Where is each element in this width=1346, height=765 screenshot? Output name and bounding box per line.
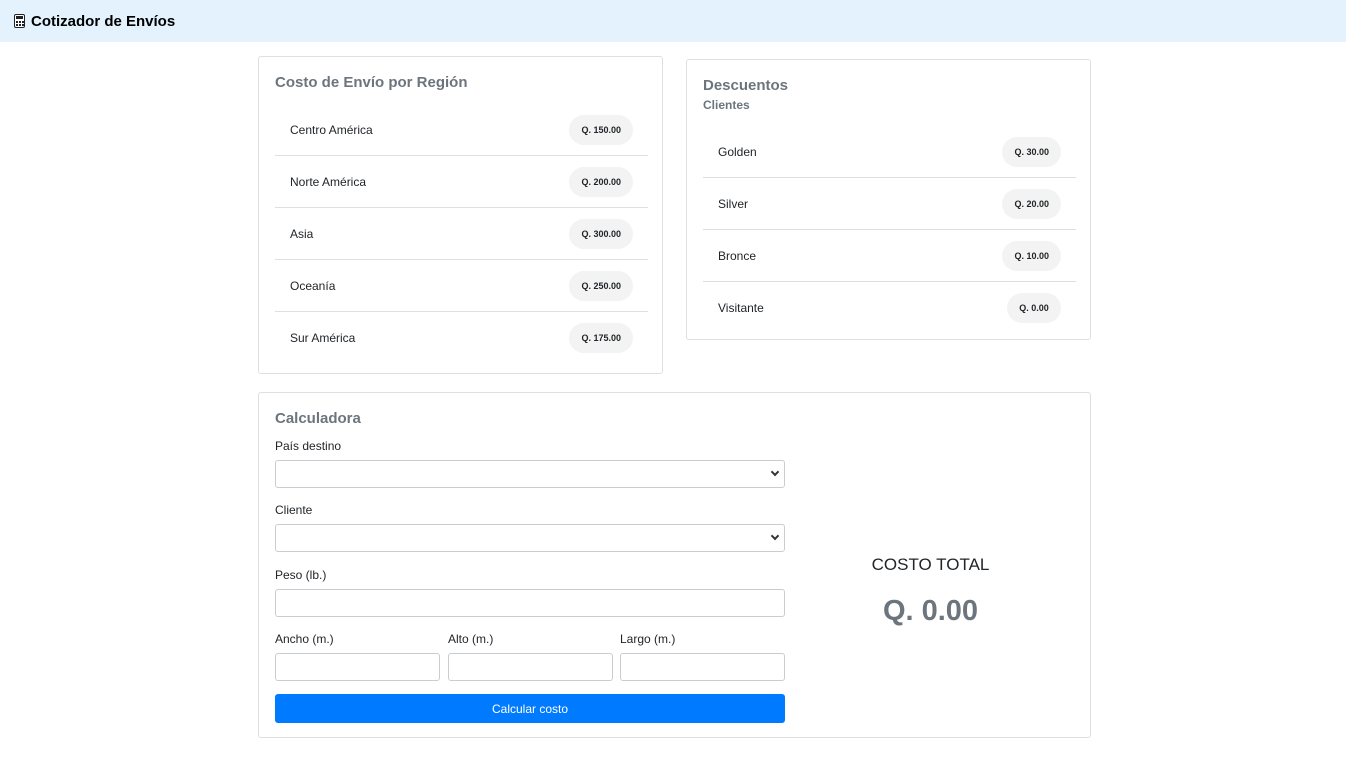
chevron-down-icon bbox=[770, 467, 780, 477]
calculator-card: Calculadora País destino Cliente Peso (l… bbox=[258, 392, 1091, 738]
calculator-icon bbox=[14, 14, 25, 28]
region-price-badge: Q. 300.00 bbox=[569, 218, 633, 249]
discount-card-title: Descuentos bbox=[703, 77, 789, 94]
app-brand[interactable]: Cotizador de Envíos bbox=[14, 13, 175, 30]
discount-card-subtitle: Clientes bbox=[703, 98, 750, 112]
region-label: Sur América bbox=[290, 331, 356, 345]
discount-label: Visitante bbox=[718, 301, 764, 315]
country-label: País destino bbox=[275, 439, 342, 453]
discount-price-badge: Q. 20.00 bbox=[1002, 188, 1061, 219]
region-item-oceania: Oceanía Q. 250.00 bbox=[275, 260, 648, 312]
region-item-norte-america: Norte América Q. 200.00 bbox=[275, 156, 648, 208]
region-cost-card: Costo de Envío por Región Centro América… bbox=[258, 56, 663, 374]
discount-price-badge: Q. 10.00 bbox=[1002, 240, 1061, 271]
client-select[interactable] bbox=[275, 524, 785, 552]
width-label: Ancho (m.) bbox=[275, 632, 334, 646]
weight-input[interactable] bbox=[275, 589, 785, 617]
region-item-centro-america: Centro América Q. 150.00 bbox=[275, 104, 648, 156]
region-label: Asia bbox=[290, 226, 314, 241]
total-cost-label: COSTO TOTAL bbox=[871, 555, 990, 574]
discount-item-golden: Golden Q. 30.00 bbox=[703, 126, 1076, 178]
weight-label: Peso (lb.) bbox=[275, 568, 327, 582]
width-input[interactable] bbox=[275, 653, 440, 681]
region-list: Centro América Q. 150.00 Norte América Q… bbox=[275, 104, 648, 364]
length-label: Largo (m.) bbox=[620, 632, 676, 646]
discount-price-badge: Q. 0.00 bbox=[1007, 293, 1061, 323]
total-cost-value: Q. 0.00 bbox=[882, 595, 979, 627]
client-label: Cliente bbox=[275, 503, 313, 517]
discount-item-bronce: Bronce Q. 10.00 bbox=[703, 230, 1076, 282]
region-price-badge: Q. 150.00 bbox=[569, 114, 633, 145]
discount-price-badge: Q. 30.00 bbox=[1002, 136, 1061, 167]
country-select[interactable] bbox=[275, 460, 785, 488]
region-price-badge: Q. 200.00 bbox=[569, 166, 633, 197]
discount-label: Silver bbox=[718, 196, 749, 211]
discount-item-silver: Silver Q. 20.00 bbox=[703, 178, 1076, 230]
region-card-title: Costo de Envío por Región bbox=[275, 74, 468, 91]
discount-label: Bronce bbox=[718, 248, 757, 263]
chevron-down-icon bbox=[770, 531, 780, 541]
length-input[interactable] bbox=[620, 653, 785, 681]
calculate-cost-button[interactable]: Calcular costo bbox=[275, 694, 785, 723]
discount-card: Descuentos Clientes Golden Q. 30.00 Silv… bbox=[686, 59, 1091, 340]
discount-label: Golden bbox=[718, 144, 757, 159]
height-label: Alto (m.) bbox=[448, 632, 494, 646]
region-item-asia: Asia Q. 300.00 bbox=[275, 208, 648, 260]
app-title: Cotizador de Envíos bbox=[31, 12, 176, 30]
height-input[interactable] bbox=[448, 653, 613, 681]
calculator-card-title: Calculadora bbox=[275, 410, 361, 427]
region-price-badge: Q. 175.00 bbox=[569, 323, 633, 353]
region-price-badge: Q. 250.00 bbox=[569, 270, 633, 301]
navbar: Cotizador de Envíos bbox=[0, 0, 1346, 42]
region-label: Oceanía bbox=[290, 278, 336, 293]
discount-item-visitante: Visitante Q. 0.00 bbox=[703, 282, 1076, 334]
region-label: Centro América bbox=[290, 122, 373, 137]
discount-list: Golden Q. 30.00 Silver Q. 20.00 Bronce Q… bbox=[703, 126, 1076, 334]
region-item-sur-america: Sur América Q. 175.00 bbox=[275, 312, 648, 364]
region-label: Norte América bbox=[290, 174, 367, 189]
